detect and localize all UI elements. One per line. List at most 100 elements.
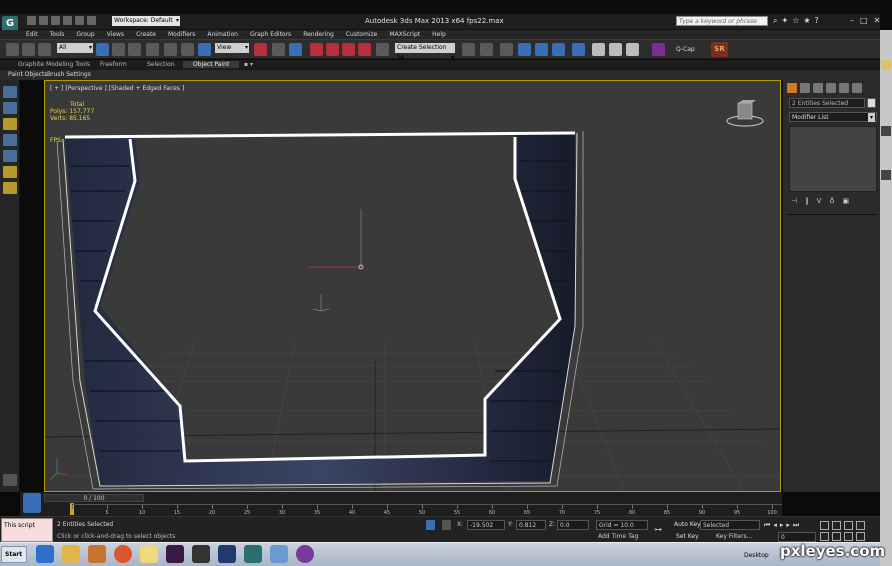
strip-tool-icon[interactable] bbox=[3, 118, 17, 130]
utilities-tab-icon[interactable] bbox=[852, 83, 862, 93]
internet-explorer-icon[interactable] bbox=[36, 545, 54, 563]
keyword-search-input[interactable]: Type a keyword or phrase bbox=[676, 16, 768, 26]
modifier-list-dropdown[interactable]: Modifier List bbox=[789, 112, 877, 122]
favorites-icon[interactable]: ★ bbox=[803, 16, 810, 26]
explorer-icon[interactable] bbox=[62, 545, 80, 563]
rectangular-selection-icon[interactable] bbox=[128, 43, 141, 56]
maximize-viewport-icon[interactable] bbox=[856, 532, 865, 541]
move-icon[interactable] bbox=[164, 43, 177, 56]
set-key-button[interactable]: Set Key bbox=[676, 533, 699, 540]
play-icon[interactable]: ▸ bbox=[780, 521, 784, 530]
make-unique-icon[interactable]: V bbox=[817, 197, 822, 205]
sr-plugin-button[interactable]: SR bbox=[711, 42, 728, 57]
reference-coordinate-dropdown[interactable]: View bbox=[215, 43, 249, 53]
time-slider[interactable]: 0 / 100 bbox=[44, 494, 144, 502]
save-file-icon[interactable] bbox=[51, 16, 60, 25]
tab-graphite-modeling-tools[interactable]: Graphite Modeling Tools bbox=[18, 61, 90, 68]
key-filters-button[interactable]: Key Filters... bbox=[716, 533, 753, 540]
unlink-icon[interactable] bbox=[22, 43, 35, 56]
add-time-tag[interactable]: Add Time Tag bbox=[598, 533, 638, 540]
brush-settings-button[interactable]: Brush Settings bbox=[47, 71, 91, 78]
menu-item-edit[interactable]: Edit bbox=[26, 30, 38, 39]
project-folder-icon[interactable] bbox=[87, 16, 96, 25]
help-icon[interactable]: ? bbox=[815, 16, 819, 26]
orbit-icon[interactable] bbox=[844, 532, 853, 541]
layer-manager-icon[interactable] bbox=[500, 43, 513, 56]
menu-item-maxscript[interactable]: MAXScript bbox=[389, 30, 420, 39]
object-color-swatch[interactable] bbox=[867, 98, 876, 108]
current-frame-field[interactable]: 0 bbox=[778, 532, 816, 542]
search-icon[interactable]: ⌕ bbox=[773, 16, 777, 26]
selection-filter-dropdown[interactable]: All bbox=[57, 43, 93, 53]
angle-snap-icon[interactable] bbox=[326, 43, 339, 56]
close-icon[interactable]: ✕ bbox=[874, 16, 881, 25]
ribbon-options-icon[interactable]: ▪ ▾ bbox=[244, 61, 253, 68]
new-file-icon[interactable] bbox=[27, 16, 36, 25]
spinner-snap-icon[interactable] bbox=[358, 43, 371, 56]
material-editor-icon[interactable] bbox=[572, 43, 585, 56]
menu-item-tools[interactable]: Tools bbox=[50, 30, 65, 39]
align-icon[interactable] bbox=[480, 43, 493, 56]
select-by-name-icon[interactable] bbox=[112, 43, 125, 56]
workspace-dropdown[interactable]: Workspace: Default bbox=[112, 16, 180, 26]
start-button[interactable]: Start bbox=[1, 546, 27, 563]
select-manipulate-icon[interactable] bbox=[272, 43, 285, 56]
qcap-plugin-icon[interactable] bbox=[652, 43, 665, 56]
tab-freeform[interactable]: Freeform bbox=[100, 61, 127, 68]
after-effects-icon[interactable] bbox=[166, 545, 184, 563]
y-coordinate-field[interactable]: 0.812 bbox=[516, 520, 546, 530]
pan-icon[interactable] bbox=[832, 532, 841, 541]
viewcube-icon[interactable] bbox=[725, 99, 765, 129]
open-file-icon[interactable] bbox=[39, 16, 48, 25]
scale-icon[interactable] bbox=[198, 43, 211, 56]
maxscript-listener[interactable]: This script bbox=[1, 518, 53, 542]
curve-editor-icon[interactable] bbox=[535, 43, 548, 56]
strip-tool-icon[interactable] bbox=[3, 150, 17, 162]
menu-item-rendering[interactable]: Rendering bbox=[303, 30, 334, 39]
bind-space-warp-icon[interactable] bbox=[38, 43, 51, 56]
keyboard-shortcut-override-icon[interactable] bbox=[289, 43, 302, 56]
zoom-icon[interactable] bbox=[820, 521, 829, 530]
pin-stack-icon[interactable]: ⊣ bbox=[791, 197, 797, 205]
go-to-end-icon[interactable]: ⏭ bbox=[793, 521, 799, 530]
percent-snap-icon[interactable] bbox=[342, 43, 355, 56]
field-of-view-icon[interactable] bbox=[820, 532, 829, 541]
tab-object-paint[interactable]: Object Paint bbox=[183, 61, 240, 68]
render-setup-icon[interactable] bbox=[592, 43, 605, 56]
motion-tab-icon[interactable] bbox=[826, 83, 836, 93]
strip-tool-icon[interactable] bbox=[3, 134, 17, 146]
viewport-label[interactable]: [ + ] [Perspective ] [Shaded + Edged Fac… bbox=[50, 85, 184, 92]
remove-modifier-icon[interactable]: ♁ bbox=[829, 197, 834, 205]
z-coordinate-field[interactable]: 0.0 bbox=[557, 520, 589, 530]
firefox-icon[interactable] bbox=[114, 545, 132, 563]
select-object-icon[interactable] bbox=[96, 43, 109, 56]
next-frame-icon[interactable]: ▸ bbox=[786, 521, 790, 530]
selection-lock-icon[interactable] bbox=[426, 520, 435, 530]
menu-item-create[interactable]: Create bbox=[136, 30, 156, 39]
folder-icon[interactable] bbox=[140, 545, 158, 563]
menu-item-graph-editors[interactable]: Graph Editors bbox=[250, 30, 291, 39]
show-end-result-icon[interactable]: ‖ bbox=[805, 197, 809, 205]
auto-key-button[interactable]: Auto Key bbox=[674, 521, 701, 528]
window-crossing-icon[interactable] bbox=[146, 43, 159, 56]
app-icon[interactable] bbox=[296, 545, 314, 563]
configure-modifier-sets-icon[interactable]: ▣ bbox=[843, 197, 850, 205]
mirror-icon[interactable] bbox=[462, 43, 475, 56]
redo-icon[interactable] bbox=[75, 16, 84, 25]
communication-icon[interactable]: ☆ bbox=[792, 16, 799, 26]
isolate-selection-icon[interactable] bbox=[442, 520, 451, 530]
render-production-icon[interactable] bbox=[626, 43, 639, 56]
media-player-icon[interactable] bbox=[88, 545, 106, 563]
menu-item-views[interactable]: Views bbox=[107, 30, 124, 39]
object-name-field[interactable]: 2 Entities Selected bbox=[789, 98, 865, 108]
pivot-center-icon[interactable] bbox=[254, 43, 267, 56]
minimize-icon[interactable]: – bbox=[850, 16, 854, 25]
3ds-max-icon[interactable] bbox=[244, 545, 262, 563]
subscription-icon[interactable]: ✦ bbox=[781, 16, 788, 26]
maximize-icon[interactable]: □ bbox=[860, 16, 868, 25]
display-tab-icon[interactable] bbox=[839, 83, 849, 93]
zoom-extents-all-icon[interactable] bbox=[856, 521, 865, 530]
graphite-toggle-icon[interactable] bbox=[518, 43, 531, 56]
video-editor-icon[interactable] bbox=[192, 545, 210, 563]
menu-item-modifiers[interactable]: Modifiers bbox=[168, 30, 195, 39]
